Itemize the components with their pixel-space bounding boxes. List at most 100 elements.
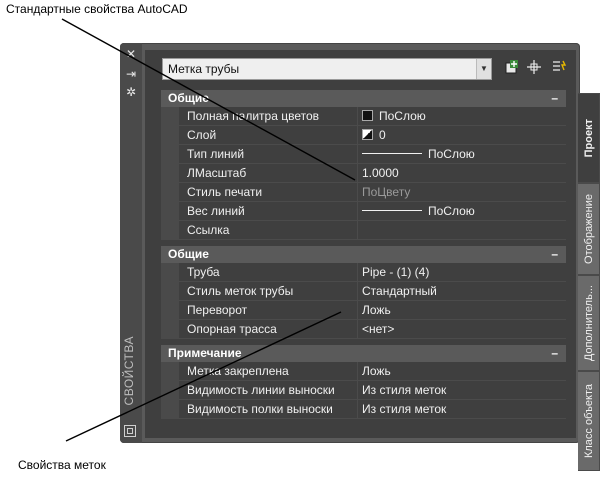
- property-name: Тип линий: [187, 147, 245, 161]
- column-divider: [357, 362, 358, 381]
- property-row[interactable]: Стиль печати ПоЦвету: [179, 183, 566, 202]
- tab-object-class[interactable]: Класс объекта: [578, 371, 600, 471]
- collapse-icon[interactable]: –: [551, 90, 558, 107]
- property-value[interactable]: 1.0000: [362, 164, 562, 183]
- column-divider: [357, 164, 358, 183]
- column-divider: [357, 183, 358, 202]
- property-value[interactable]: Из стиля меток: [362, 400, 562, 419]
- section-header[interactable]: Примечание –: [161, 345, 566, 362]
- palette-tabs: Проект Отображение Дополнитель... Класс …: [578, 43, 600, 471]
- property-value-text: ПоЦвету: [362, 185, 411, 199]
- property-name: Стиль меток трубы: [187, 284, 294, 298]
- property-value[interactable]: Из стиля меток: [362, 381, 562, 400]
- property-row[interactable]: Тип линий ПоСлою: [179, 145, 566, 164]
- property-name: Опорная трасса: [187, 322, 277, 336]
- property-row[interactable]: Переворот Ложь: [179, 301, 566, 320]
- select-objects-icon[interactable]: [525, 59, 543, 77]
- section-header[interactable]: Общие –: [161, 246, 566, 263]
- annotation-label-properties: Свойства меток: [18, 458, 106, 472]
- property-value-text: Из стиля меток: [362, 402, 447, 416]
- palette-title: СВОЙСТВА: [122, 335, 136, 405]
- property-value[interactable]: ПоСлою: [362, 145, 562, 164]
- section-header[interactable]: Общие –: [161, 90, 566, 107]
- property-name: Слой: [187, 128, 217, 142]
- layer-swatch-icon: [362, 129, 373, 140]
- property-value[interactable]: <нет>: [362, 320, 562, 339]
- quick-select-icon[interactable]: [550, 59, 568, 77]
- property-value[interactable]: Pipe - (1) (4): [362, 263, 562, 282]
- object-type-value: Метка трубы: [168, 62, 240, 76]
- property-row[interactable]: Видимость линии выноски Из стиля меток: [179, 381, 566, 400]
- property-name: Полная палитра цветов: [187, 109, 320, 123]
- property-row[interactable]: Труба Pipe - (1) (4): [179, 263, 566, 282]
- linetype-sample-icon: [362, 210, 422, 211]
- property-row[interactable]: Опорная трасса <нет>: [179, 320, 566, 339]
- autohide-icon[interactable]: ⇥: [124, 67, 138, 81]
- property-name: Стиль печати: [187, 185, 263, 199]
- section-gutter: [161, 107, 179, 240]
- column-divider: [357, 107, 358, 126]
- toggle-pickadd-icon[interactable]: [503, 59, 521, 77]
- section-gutter: [161, 362, 179, 419]
- property-value-text: Pipe - (1) (4): [362, 265, 430, 279]
- property-value[interactable]: ПоСлою: [362, 202, 562, 221]
- annotation-autocad-properties: Стандартные свойства AutoCAD: [6, 2, 188, 16]
- chevron-down-icon[interactable]: ▼: [476, 59, 491, 79]
- collapse-icon[interactable]: –: [551, 246, 558, 263]
- column-divider: [357, 202, 358, 221]
- color-swatch-icon: [362, 110, 373, 121]
- property-row[interactable]: Вес линий ПоСлою: [179, 202, 566, 221]
- property-row[interactable]: Стиль меток трубы Стандартный: [179, 282, 566, 301]
- section-title: Примечание: [168, 346, 242, 360]
- column-divider: [357, 301, 358, 320]
- property-name: Видимость линии выноски: [187, 383, 335, 397]
- column-divider: [357, 263, 358, 282]
- property-row[interactable]: Полная палитра цветов ПоСлою: [179, 107, 566, 126]
- property-value-text: 0: [379, 128, 386, 142]
- linetype-sample-icon: [362, 153, 422, 154]
- property-value[interactable]: 0: [362, 126, 562, 145]
- property-value[interactable]: Ложь: [362, 301, 562, 320]
- close-icon[interactable]: ✕: [124, 47, 138, 61]
- property-value[interactable]: ПоСлою: [362, 107, 562, 126]
- column-divider: [357, 320, 358, 339]
- palette-menu-icon[interactable]: [124, 425, 136, 437]
- property-name: Ссылка: [187, 223, 230, 237]
- property-row[interactable]: Метка закреплена Ложь: [179, 362, 566, 381]
- property-name: Труба: [187, 265, 220, 279]
- property-name: ЛМасштаб: [187, 166, 247, 180]
- tab-extended[interactable]: Дополнитель...: [578, 275, 600, 371]
- palette-titlebar[interactable]: ✕ ⇥ ✲ СВОЙСТВА: [120, 43, 142, 443]
- column-divider: [357, 400, 358, 419]
- object-selector[interactable]: Метка трубы ▼: [162, 58, 492, 80]
- column-divider: [357, 381, 358, 400]
- column-divider: [357, 282, 358, 301]
- property-row[interactable]: ЛМасштаб 1.0000: [179, 164, 566, 183]
- property-row[interactable]: Ссылка: [179, 221, 566, 240]
- property-value-text: Ложь: [362, 303, 391, 317]
- property-name: Вес линий: [187, 204, 245, 218]
- section-title: Общие: [168, 247, 209, 261]
- object-type-dropdown[interactable]: Метка трубы ▼: [162, 58, 492, 80]
- column-divider: [357, 145, 358, 164]
- collapse-icon[interactable]: –: [551, 345, 558, 362]
- property-value-text: 1.0000: [362, 166, 399, 180]
- property-name: Переворот: [187, 303, 248, 317]
- tab-display[interactable]: Отображение: [578, 183, 600, 275]
- property-value-text: <нет>: [362, 322, 395, 336]
- column-divider: [357, 126, 358, 145]
- property-value-text: Ложь: [362, 364, 391, 378]
- property-value-text: ПоСлою: [428, 147, 475, 161]
- property-value[interactable]: ПоЦвету: [362, 183, 562, 202]
- settings-icon[interactable]: ✲: [124, 85, 138, 99]
- property-value[interactable]: Ложь: [362, 362, 562, 381]
- property-name: Метка закреплена: [187, 364, 289, 378]
- property-value-text: Из стиля меток: [362, 383, 447, 397]
- property-value[interactable]: Стандартный: [362, 282, 562, 301]
- tab-project[interactable]: Проект: [578, 93, 600, 183]
- property-row[interactable]: Видимость полки выноски Из стиля меток: [179, 400, 566, 419]
- section-gutter: [161, 263, 179, 339]
- property-value-text: ПоСлою: [428, 204, 475, 218]
- property-row[interactable]: Слой 0: [179, 126, 566, 145]
- property-name: Видимость полки выноски: [187, 402, 333, 416]
